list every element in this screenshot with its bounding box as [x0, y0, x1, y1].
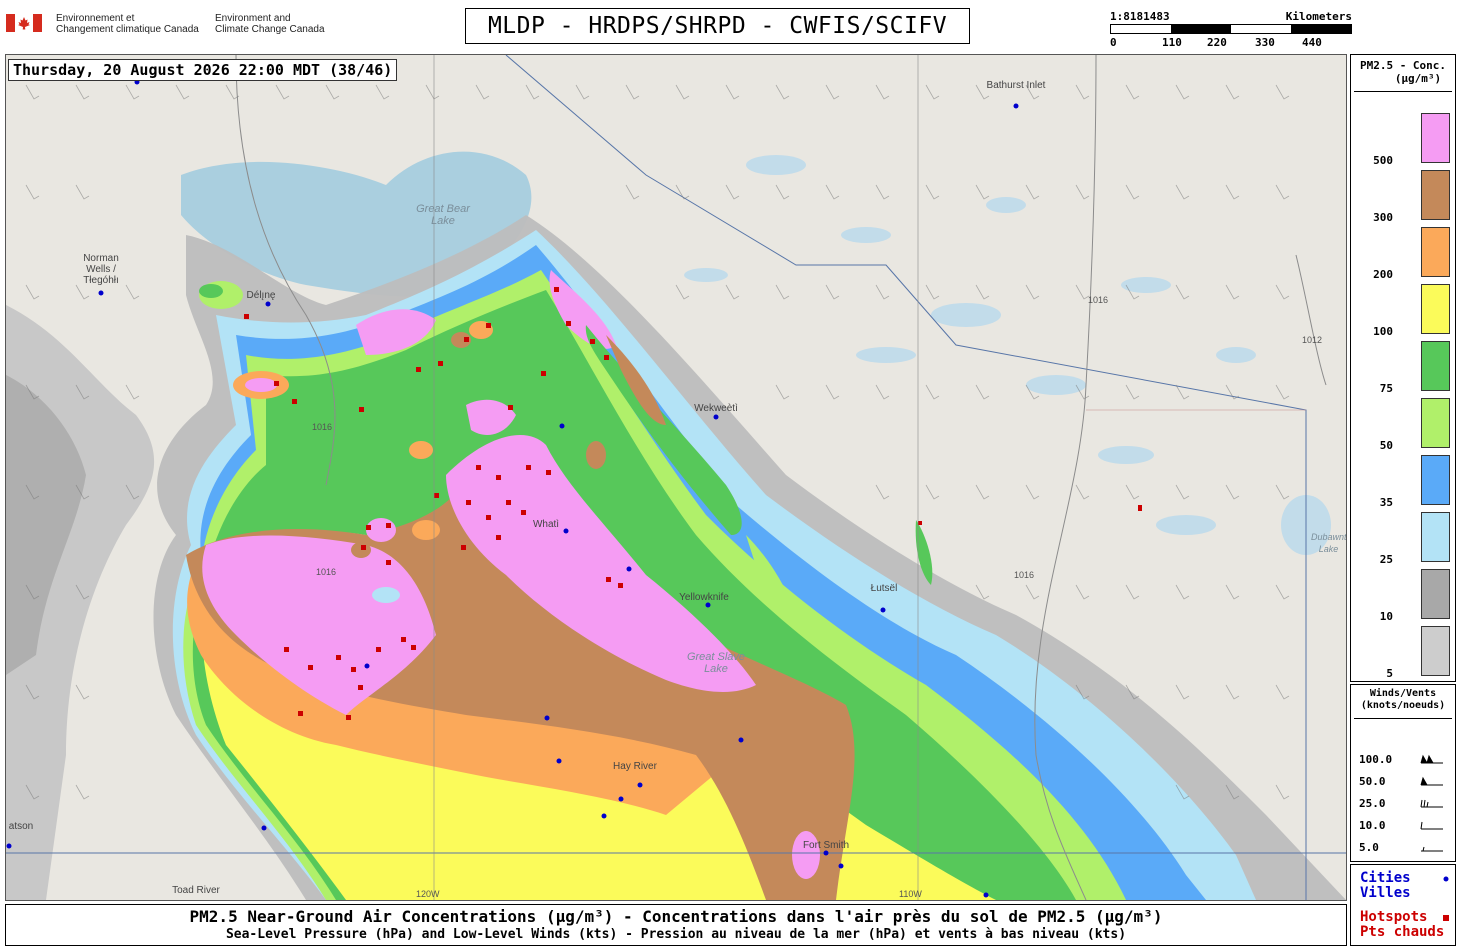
- wind-barb-icon: [1420, 799, 1443, 808]
- map-canvas: [6, 55, 1346, 900]
- place-label: Délı̨nę: [246, 290, 276, 301]
- product-title: MLDP - HRDPS/SHRPD - CWFIS/SCIFV: [465, 8, 970, 44]
- legend-swatch: [1421, 398, 1450, 448]
- legend-value: 100: [1373, 325, 1393, 338]
- canada-flag-logo: [6, 14, 42, 32]
- markers-legend: Cities Villes Hotspots Pts chauds: [1350, 864, 1456, 946]
- org-fr-line2: Changement climatique Canada: [56, 24, 199, 35]
- legend-value: 50: [1379, 439, 1393, 452]
- place-label: Łutsël: [870, 583, 898, 594]
- lake-label: Dubawnt Lake: [1311, 532, 1347, 554]
- winds-title-line1: Winds/Vents: [1369, 688, 1437, 699]
- scale-tick: 440: [1302, 36, 1322, 49]
- legend-swatch: [1421, 170, 1450, 220]
- wind-barb-icon: [1421, 846, 1443, 852]
- legend-value: 5: [1386, 667, 1393, 680]
- winds-legend: Winds/Vents (knots/noeuds) 100.0 50.0 25…: [1350, 684, 1456, 862]
- legend-value: 500: [1373, 154, 1393, 167]
- wind-value: 100.0: [1359, 753, 1393, 766]
- winds-title-line2: (knots/noeuds): [1360, 700, 1446, 711]
- scale-tick: 0: [1110, 36, 1117, 49]
- forecast-timestamp: Thursday, 20 August 2026 22:00 MDT (38/4…: [8, 59, 398, 81]
- dispersion-map[interactable]: Norman Wells / Tłegóhłı Délı̨nę Bathurst…: [5, 54, 1347, 901]
- cities-en: Cities: [1360, 870, 1411, 886]
- place-label: Fort Smith: [802, 840, 850, 851]
- place-label: Toad River: [172, 885, 220, 896]
- place-label: Yellowknife: [679, 592, 729, 603]
- place-label: atson: [8, 821, 34, 832]
- map-caption: PM2.5 Near-Ground Air Concentrations (µg…: [5, 904, 1347, 946]
- place-label: Wekweètì: [694, 403, 738, 414]
- scale-tick-labels: 0 110 220 330 440: [1110, 36, 1352, 49]
- legend-value: 35: [1379, 496, 1393, 509]
- lake-label: Great Slave Lake: [686, 651, 746, 675]
- isobar-label: 1012: [1302, 335, 1323, 345]
- legend-divider: [1354, 91, 1452, 92]
- org-fr-line1: Environnement et: [56, 13, 135, 24]
- hotspot-square-icon: [1443, 915, 1449, 921]
- legend-swatch: [1421, 455, 1450, 505]
- wind-value: 10.0: [1359, 819, 1386, 832]
- isobar-label: 1016: [1014, 570, 1035, 580]
- caption-line1: PM2.5 Near-Ground Air Concentrations (µg…: [189, 907, 1163, 926]
- place-label: Hay River: [613, 761, 657, 772]
- scale-bar: 1:8181483 Kilometers 0 110 220 330 440: [1110, 10, 1352, 49]
- city-dot-icon: [1443, 876, 1449, 882]
- hotspots-label: Hotspots Pts chauds: [1360, 910, 1444, 940]
- scale-track: [1110, 24, 1352, 34]
- place-label: Bathurst Inlet: [986, 80, 1046, 91]
- hotspots-fr: Pts chauds: [1360, 924, 1445, 940]
- lake-label: Great Bear Lake: [416, 203, 470, 227]
- org-name-fr: Environnement et Changement climatique C…: [56, 13, 199, 35]
- org-name-en: Environment and Climate Change Canada: [215, 13, 325, 35]
- legend-swatch: [1421, 113, 1450, 163]
- legend-title: PM2.5 - Conc. (µg/m³): [1351, 59, 1455, 85]
- cities-label: Cities Villes: [1360, 871, 1411, 901]
- legend-value: 200: [1373, 268, 1393, 281]
- org-en-line2: Climate Change Canada: [215, 24, 325, 35]
- legend-value: 300: [1373, 211, 1393, 224]
- meridian-label: 110W: [899, 889, 922, 899]
- legend-swatch: [1421, 512, 1450, 562]
- scale-ratio: 1:8181483: [1110, 10, 1170, 23]
- cities-fr: Villes: [1360, 885, 1411, 901]
- isobar-label: 1016: [1088, 295, 1109, 305]
- wind-barb-icon: [1420, 754, 1443, 764]
- legend-title-line1: PM2.5 - Conc.: [1359, 59, 1447, 72]
- wind-value: 25.0: [1359, 797, 1386, 810]
- wind-barb-icon: [1420, 776, 1443, 786]
- meridian-label: 120W: [416, 889, 440, 899]
- legend-swatch: [1421, 227, 1450, 277]
- legend-swatch: [1421, 626, 1450, 676]
- wind-value: 50.0: [1359, 775, 1386, 788]
- legend-swatch: [1421, 341, 1450, 391]
- legend-value: 10: [1379, 610, 1393, 623]
- legend-value: 75: [1379, 382, 1393, 395]
- wind-barb-icon: [1420, 821, 1443, 830]
- caption-line2: Sea-Level Pressure (hPa) and Low-Level W…: [225, 927, 1127, 942]
- concentration-legend: PM2.5 - Conc. (µg/m³) 500 300 200 100 75 50 35…: [1350, 54, 1456, 682]
- scale-tick: 330: [1255, 36, 1275, 49]
- place-label: Norman Wells / Tłegóhłı: [83, 253, 119, 286]
- place-label: Whatì: [532, 519, 560, 530]
- hotspots-en: Hotspots: [1360, 909, 1428, 925]
- isobar-label: 1016: [312, 422, 333, 432]
- legend-value: 25: [1379, 553, 1393, 566]
- scale-tick: 220: [1207, 36, 1227, 49]
- winds-divider: [1354, 718, 1452, 719]
- legend-swatch: [1421, 284, 1450, 334]
- org-en-line1: Environment and: [215, 13, 291, 24]
- winds-legend-title: Winds/Vents (knots/noeuds): [1351, 688, 1455, 712]
- isobar-label: 1016: [316, 567, 337, 577]
- scale-tick: 110: [1162, 36, 1182, 49]
- legend-swatch: [1421, 569, 1450, 619]
- wind-value: 5.0: [1359, 841, 1379, 854]
- scale-unit: Kilometers: [1285, 10, 1352, 23]
- legend-title-line2: (µg/m³): [1394, 72, 1442, 85]
